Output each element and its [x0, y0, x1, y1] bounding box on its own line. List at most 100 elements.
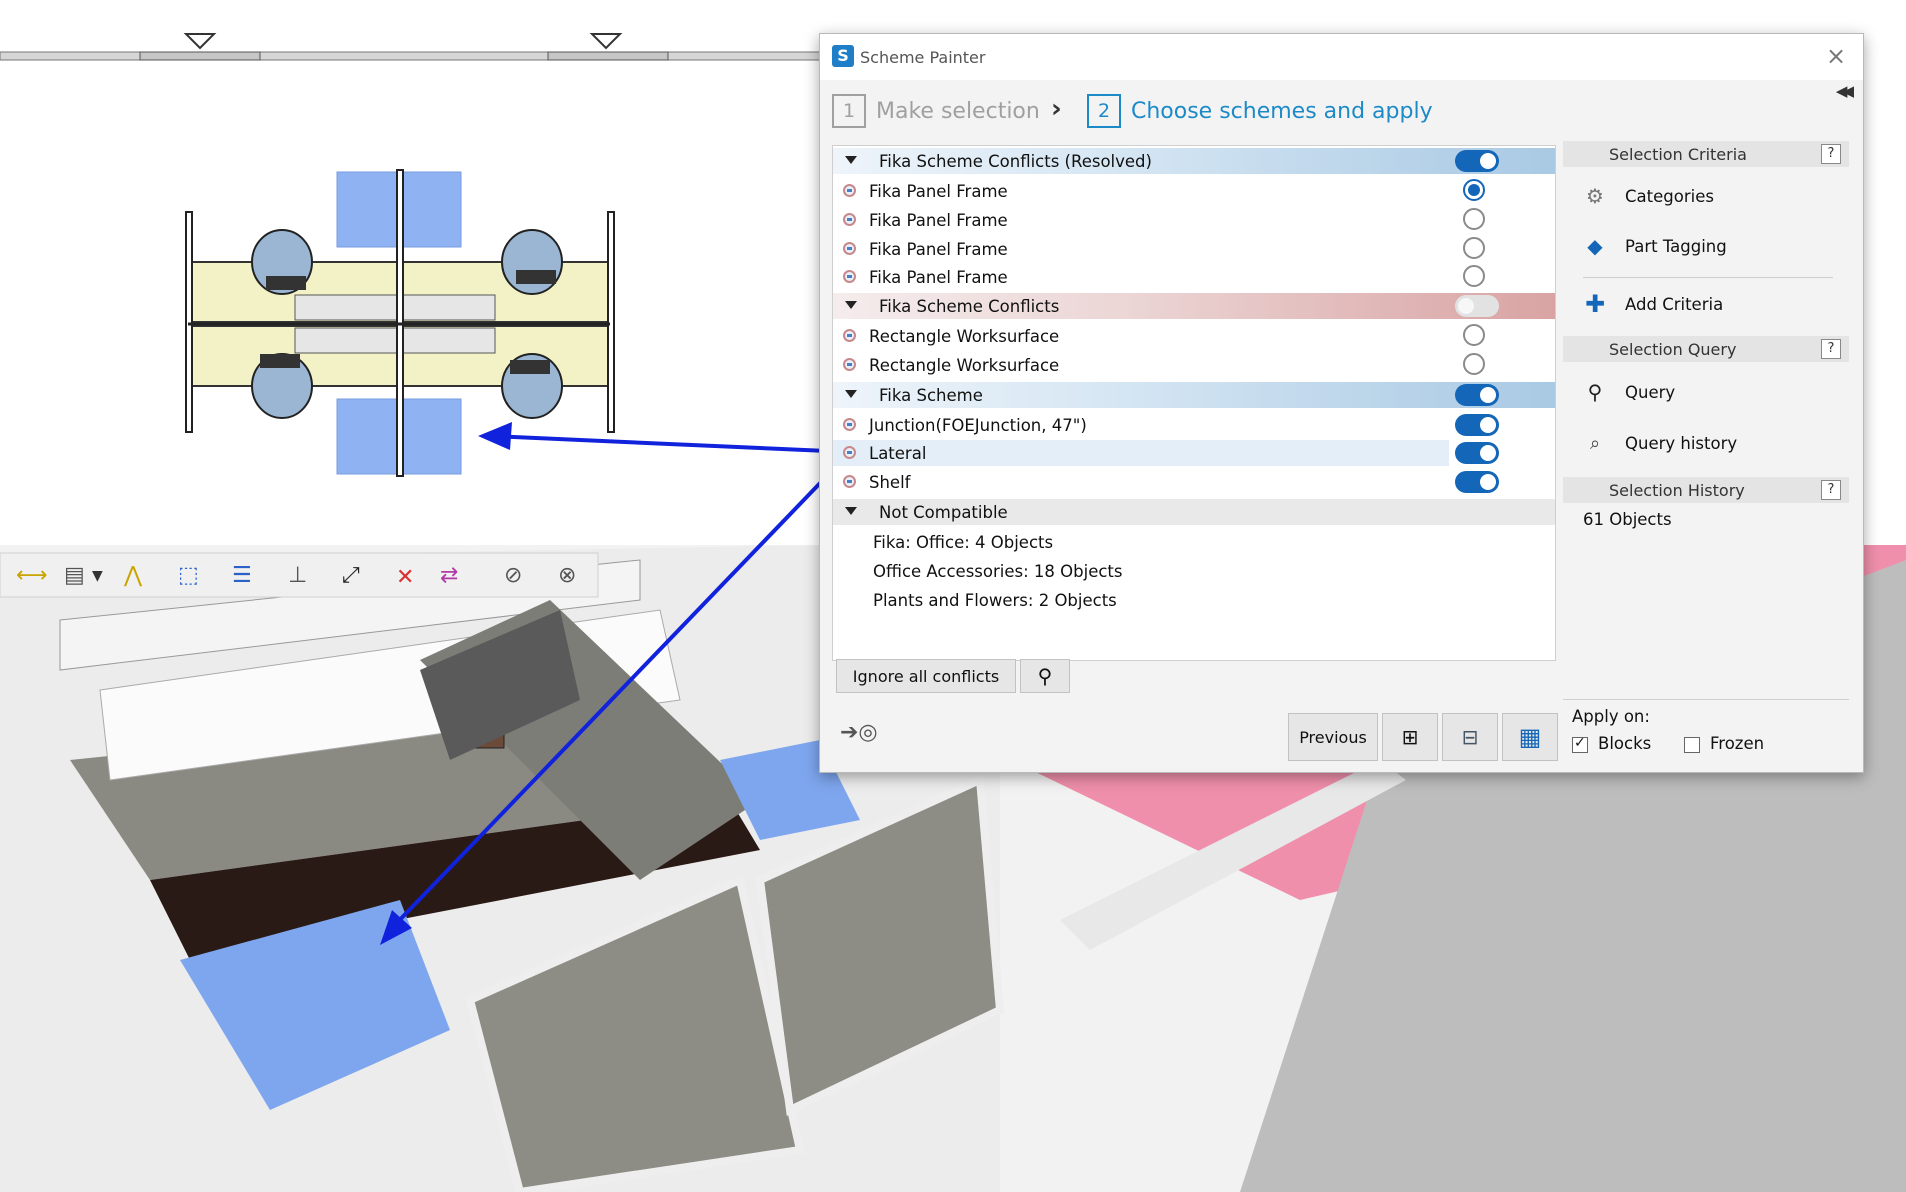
step-make-selection[interactable]: 1 Make selection [832, 92, 1040, 130]
item-radio[interactable] [1463, 353, 1485, 375]
help-icon[interactable]: ? [1821, 480, 1841, 500]
checkbox-unchecked-icon[interactable] [1684, 736, 1700, 753]
scheme-item-icon [843, 418, 856, 431]
scale-icon[interactable]: ⤢ [342, 563, 360, 588]
scheme-item-icon [843, 329, 856, 342]
list-item[interactable]: Fika Panel Frame [833, 236, 1555, 262]
part-tagging-item[interactable]: ◆ Part Tagging [1583, 232, 1727, 260]
previous-button[interactable]: Previous [1288, 713, 1378, 761]
list-item[interactable]: Rectangle Worksurface [833, 323, 1555, 349]
group-label: Fika Scheme Conflicts [879, 296, 1060, 316]
item-label: Fika Panel Frame [869, 239, 1008, 259]
blocks-checkbox[interactable]: Blocks [1572, 734, 1651, 753]
delete-icon[interactable]: ✕ [396, 565, 414, 590]
list-item[interactable]: Fika Panel Frame [833, 264, 1555, 290]
add-criteria-item[interactable]: ✚ Add Criteria [1583, 290, 1723, 318]
step-number: 1 [832, 94, 866, 128]
item-label: Rectangle Worksurface [869, 355, 1060, 375]
collapse-caret-icon[interactable] [845, 301, 857, 309]
scheme-item-icon [843, 475, 856, 488]
incompatible-item: Fika: Office: 4 Objects [873, 533, 1054, 552]
item-toggle[interactable] [1455, 471, 1499, 493]
dropdown-arrow-icon[interactable]: ▼ [92, 568, 103, 584]
list-item[interactable]: Fika Panel Frame [833, 178, 1555, 204]
item-toggle[interactable] [1455, 414, 1499, 436]
objects-count[interactable]: 61 Objects [1583, 510, 1672, 529]
group-toggle[interactable] [1455, 150, 1499, 172]
divider [1563, 699, 1849, 700]
selection-criteria-header: Selection Criteria ? [1563, 141, 1849, 167]
item-toggle[interactable] [1455, 442, 1499, 464]
list-icon[interactable]: ☰ [232, 563, 252, 588]
section-title: Selection Criteria [1609, 145, 1747, 164]
list-item[interactable]: Junction(FOEJunction, 47") [833, 412, 1555, 438]
snap-icon[interactable]: ⊥ [288, 563, 307, 588]
item-label: Rectangle Worksurface [869, 326, 1060, 346]
select-box-icon[interactable]: ⬚ [178, 563, 199, 588]
ignore-all-conflicts-button[interactable]: Ignore all conflicts [836, 659, 1016, 693]
scheme-item-icon [843, 358, 856, 371]
group-label: Fika Scheme Conflicts (Resolved) [879, 151, 1152, 171]
categories-icon: ⚙ [1586, 184, 1604, 208]
not-compatible-group[interactable]: Not Compatible [833, 499, 1555, 525]
query-history-item[interactable]: ⌕ Query history [1583, 429, 1737, 457]
item-radio[interactable] [1463, 237, 1485, 259]
apply-on-label: Apply on: [1572, 707, 1650, 726]
tag-icon[interactable]: ⇄ [440, 563, 458, 588]
list-item[interactable]: Rectangle Worksurface [833, 352, 1555, 378]
collapse-panel-icon[interactable]: ◀◀ [1836, 82, 1854, 100]
close-icon[interactable]: × [1823, 43, 1849, 69]
magnifier-icon: ⚲ [1587, 380, 1603, 404]
step-choose-schemes[interactable]: 2 Choose schemes and apply [1087, 92, 1433, 130]
search-icon[interactable]: ⚲ [1020, 659, 1070, 693]
group-toggle[interactable] [1455, 384, 1499, 406]
item-label: Part Tagging [1625, 236, 1727, 256]
help-icon[interactable]: ? [1821, 144, 1841, 164]
list-item[interactable]: Shelf [833, 469, 1555, 495]
select-schemes-icon[interactable]: ⊞ [1382, 713, 1438, 761]
item-label: Query history [1625, 433, 1738, 453]
scheme-item-icon [843, 242, 856, 255]
item-label: Shelf [869, 472, 911, 492]
item-toggle-row [833, 440, 1555, 466]
history-icon: ⌕ [1589, 432, 1601, 454]
polyline-icon[interactable]: ⋀ [123, 563, 143, 588]
item-radio[interactable] [1463, 179, 1485, 201]
collapse-caret-icon[interactable] [845, 390, 857, 398]
scheme-group-resolved[interactable]: Fika Scheme Conflicts (Resolved) [833, 148, 1555, 174]
link-icon[interactable]: ⊗ [558, 563, 576, 588]
item-label: Fika Panel Frame [869, 181, 1008, 201]
frozen-checkbox[interactable]: Frozen [1684, 734, 1764, 753]
step-label: Make selection [876, 98, 1040, 124]
item-label: Query [1625, 382, 1676, 402]
scheme-item-icon [843, 213, 856, 226]
help-icon[interactable]: ? [1821, 339, 1841, 359]
partial-grid-icon[interactable]: ⊟ [1442, 713, 1498, 761]
scheme-group-fika[interactable]: Fika Scheme [833, 382, 1555, 408]
move-icon[interactable]: ⟷ [16, 563, 48, 588]
measure-icon[interactable]: ⊘ [504, 563, 522, 588]
section-title: Selection History [1609, 481, 1745, 500]
item-label: Junction(FOEJunction, 47") [869, 415, 1087, 435]
selection-query-header: Selection Query ? [1563, 336, 1849, 362]
collapse-caret-icon[interactable] [845, 156, 857, 164]
item-radio[interactable] [1463, 208, 1485, 230]
layers-icon[interactable]: ▤ [64, 563, 85, 588]
group-label: Fika Scheme [879, 385, 983, 405]
checkbox-checked-icon[interactable] [1572, 735, 1588, 753]
window-title: Scheme Painter [860, 48, 986, 67]
checkbox-label: Blocks [1598, 734, 1652, 753]
item-radio[interactable] [1463, 324, 1485, 346]
group-toggle[interactable] [1455, 295, 1499, 317]
item-label: Fika Panel Frame [869, 267, 1008, 287]
apply-all-grid-icon[interactable]: ▦ [1502, 713, 1558, 761]
item-radio[interactable] [1463, 265, 1485, 287]
categories-item[interactable]: ⚙ Categories [1583, 182, 1714, 210]
apply-scheme-icon[interactable]: ➔◎ [840, 720, 878, 745]
collapse-caret-icon[interactable] [845, 507, 857, 515]
tag-icon: ◆ [1587, 234, 1603, 258]
list-item[interactable]: Fika Panel Frame [833, 207, 1555, 233]
divider [1583, 277, 1833, 278]
query-item[interactable]: ⚲ Query [1583, 378, 1675, 406]
scheme-group-conflicts[interactable]: Fika Scheme Conflicts [833, 293, 1555, 319]
